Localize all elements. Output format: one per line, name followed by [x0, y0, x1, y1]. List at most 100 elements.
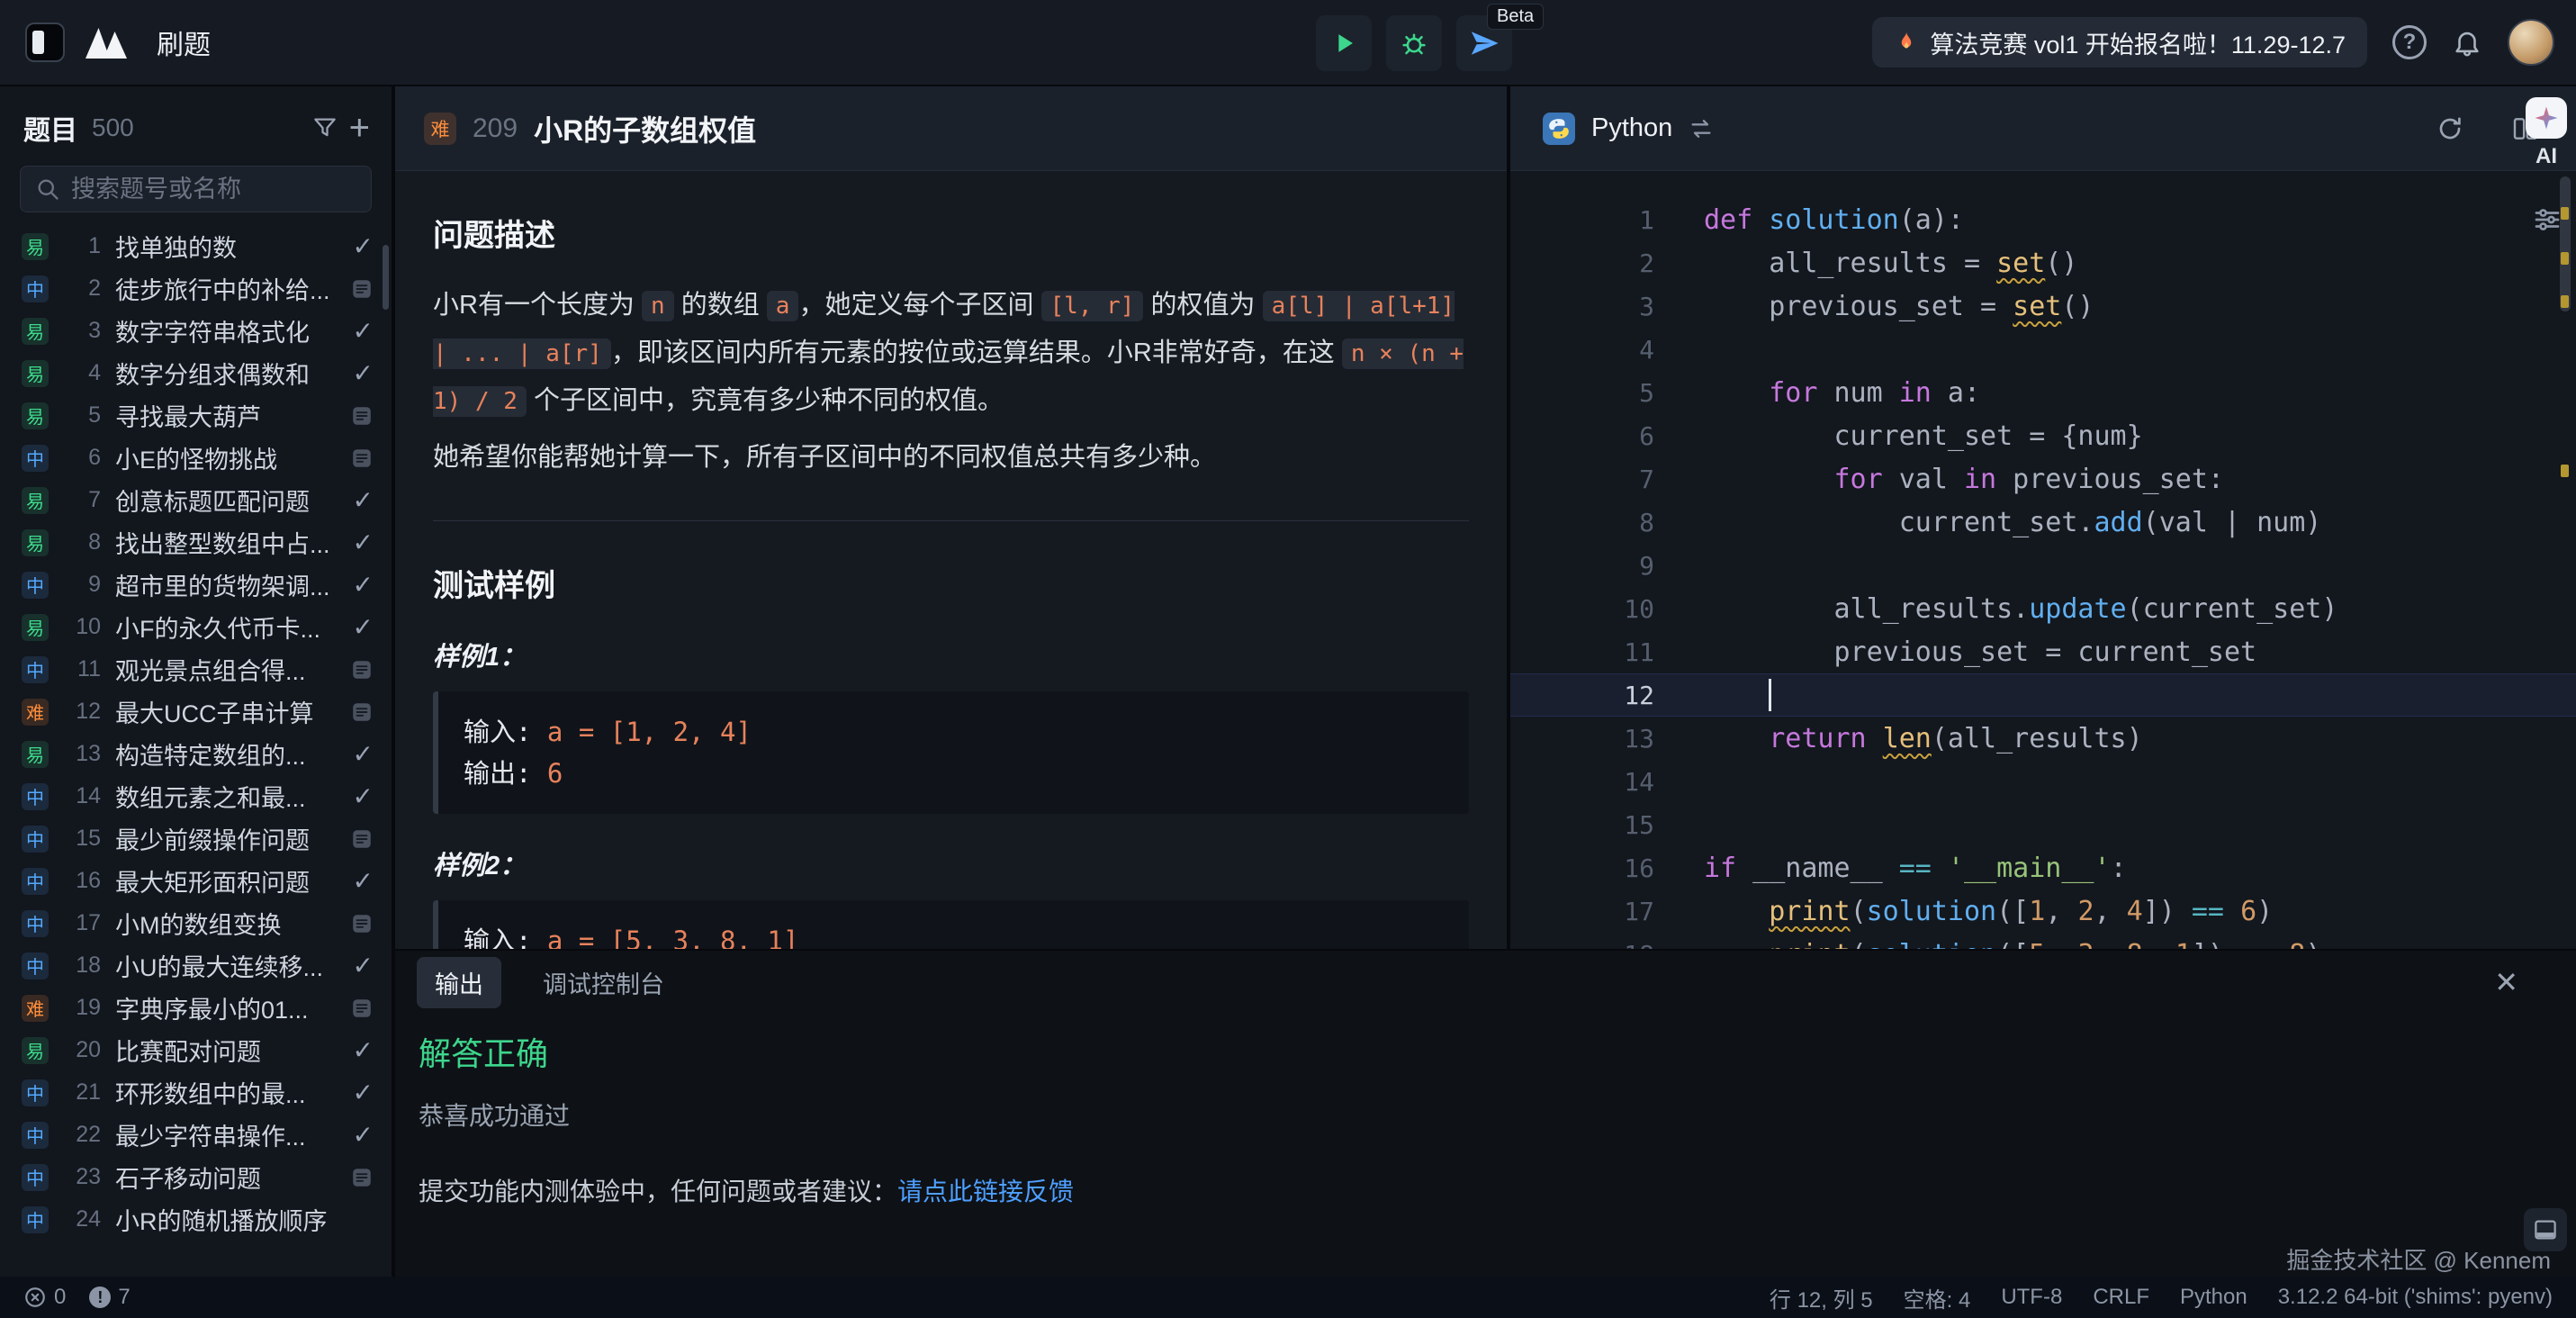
- code-line[interactable]: 1def solution(a):: [1510, 198, 2576, 241]
- problem-status: ✓: [348, 658, 374, 682]
- feedback-link[interactable]: 请点此链接反馈: [897, 1178, 1074, 1205]
- tab-output[interactable]: 输出: [417, 957, 501, 1008]
- statusbar-item[interactable]: UTF-8: [2001, 1285, 2062, 1310]
- problem-status: ✓: [348, 997, 374, 1020]
- problem-list-item[interactable]: 中 17 小M的数组变换 ✓: [0, 902, 392, 944]
- editor-scrollbar[interactable]: [2560, 176, 2571, 311]
- samples: 样例1： 输入: a = [1, 2, 4]输出: 6 样例2： 输入: a =…: [433, 636, 1469, 949]
- problem-number: 12: [59, 699, 101, 725]
- sidebar-toggle-icon[interactable]: [25, 23, 65, 62]
- problem-list-item[interactable]: 中 2 徒步旅行中的补给... ✓: [0, 267, 392, 310]
- code-line[interactable]: 7 for val in previous_set:: [1510, 457, 2576, 501]
- language-switch-button[interactable]: [1689, 116, 1714, 141]
- difficulty-badge: 中: [22, 1079, 49, 1106]
- problem-list-item[interactable]: 中 11 观光景点组合得... ✓: [0, 648, 392, 691]
- run-button[interactable]: [1316, 15, 1372, 71]
- problem-list-item[interactable]: 中 15 最少前缀操作问题 ✓: [0, 817, 392, 860]
- problem-status: ✓: [348, 866, 374, 896]
- problem-list-item[interactable]: 易 3 数字字符串格式化 ✓: [0, 310, 392, 352]
- code-line[interactable]: 13 return len(all_results): [1510, 717, 2576, 760]
- problem-list-item[interactable]: 易 10 小F的永久代币卡... ✓: [0, 606, 392, 648]
- problem-list-item[interactable]: 易 20 比赛配对问题 ✓: [0, 1029, 392, 1071]
- problem-number: 16: [59, 868, 101, 894]
- problem-status: ✓: [348, 912, 374, 935]
- problem-number: 6: [59, 445, 101, 471]
- problem-list-item[interactable]: 中 24 小R的随机播放顺序 ✓: [0, 1198, 392, 1241]
- sidebar-header: 题目 500 +: [0, 86, 392, 148]
- code-line[interactable]: 8 current_set.add(val | num): [1510, 501, 2576, 544]
- warnings-indicator[interactable]: ! 7: [89, 1285, 130, 1310]
- code-line[interactable]: 11 previous_set = current_set: [1510, 630, 2576, 673]
- problem-list-item[interactable]: 中 22 最少字符串操作... ✓: [0, 1114, 392, 1156]
- code-line[interactable]: 15: [1510, 803, 2576, 846]
- problem-list-item[interactable]: 中 18 小U的最大连续移... ✓: [0, 944, 392, 987]
- problem-list-item[interactable]: 易 7 创意标题匹配问题 ✓: [0, 479, 392, 521]
- statusbar-item[interactable]: Python: [2180, 1285, 2247, 1310]
- statusbar-item[interactable]: 空格: 4: [1904, 1282, 1971, 1313]
- problem-list-item[interactable]: 中 6 小E的怪物挑战 ✓: [0, 437, 392, 479]
- statusbar-item[interactable]: 3.12.2 64-bit ('shims': pyenv): [2278, 1285, 2553, 1310]
- code-editor[interactable]: 1def solution(a):2 all_results = set()3 …: [1510, 171, 2576, 949]
- problem-list-item[interactable]: 中 23 石子移动问题 ✓: [0, 1156, 392, 1198]
- refresh-icon: [2436, 114, 2464, 143]
- code-line[interactable]: 4: [1510, 328, 2576, 371]
- problem-list-title: 小E的怪物挑战: [115, 440, 339, 475]
- code-line[interactable]: 10 all_results.update(current_set): [1510, 587, 2576, 630]
- problem-number: 22: [59, 1122, 101, 1148]
- problem-list-item[interactable]: 易 5 寻找最大葫芦 ✓: [0, 394, 392, 437]
- code-line[interactable]: 5 for num in a:: [1510, 371, 2576, 414]
- problem-number: 20: [59, 1037, 101, 1063]
- contest-banner[interactable]: 算法竞赛 vol1 开始报名啦！11.29-12.7: [1872, 17, 2367, 68]
- warning-ruler-mark: [2561, 252, 2569, 265]
- debug-button[interactable]: [1386, 15, 1442, 71]
- code-line[interactable]: 9: [1510, 544, 2576, 587]
- tools-button[interactable]: [2531, 203, 2563, 236]
- statusbar-item[interactable]: CRLF: [2093, 1285, 2149, 1310]
- nav-label[interactable]: 刷题: [157, 23, 211, 62]
- errors-indicator[interactable]: 0: [23, 1285, 66, 1310]
- line-number: 14: [1510, 767, 1704, 797]
- add-problem-button[interactable]: +: [349, 114, 370, 141]
- problem-list-item[interactable]: 易 8 找出整型数组中占... ✓: [0, 521, 392, 564]
- code-line[interactable]: 12: [1510, 673, 2576, 717]
- problem-list-item[interactable]: 中 9 超市里的货物架调... ✓: [0, 564, 392, 606]
- problem-list-title: 创意标题匹配问题: [115, 483, 339, 518]
- difficulty-badge: 中: [22, 783, 49, 810]
- problem-list-item[interactable]: 中 14 数组元素之和最... ✓: [0, 775, 392, 817]
- problem-list-item[interactable]: 难 19 字典序最小的01... ✓: [0, 987, 392, 1029]
- problem-number: 17: [59, 910, 101, 936]
- problem-list-item[interactable]: 中 16 最大矩形面积问题 ✓: [0, 860, 392, 902]
- problem-list-title: 找出整型数组中占...: [115, 525, 339, 560]
- tab-debug-console[interactable]: 调试控制台: [525, 957, 682, 1008]
- problem-id: 209: [473, 113, 518, 144]
- ai-assistant-button[interactable]: [2526, 97, 2567, 139]
- problem-status: ✓: [348, 316, 374, 346]
- code-line[interactable]: 17 print(solution([1, 2, 4]) == 6): [1510, 889, 2576, 933]
- problem-status: ✓: [348, 700, 374, 724]
- problem-number: 5: [59, 402, 101, 429]
- avatar[interactable]: [2508, 19, 2554, 66]
- code-line[interactable]: 14: [1510, 760, 2576, 803]
- check-icon: ✓: [353, 1078, 374, 1107]
- code-line[interactable]: 3 previous_set = set(): [1510, 284, 2576, 328]
- code-line[interactable]: 6 current_set = {num}: [1510, 414, 2576, 457]
- problem-list-item[interactable]: 易 13 构造特定数组的... ✓: [0, 733, 392, 775]
- problem-list-item[interactable]: 中 21 环形数组中的最... ✓: [0, 1071, 392, 1114]
- search-input[interactable]: [71, 176, 390, 203]
- problem-list-item[interactable]: 易 4 数字分组求偶数和 ✓: [0, 352, 392, 394]
- close-icon[interactable]: ✕: [2494, 965, 2518, 999]
- text-cursor: [1769, 679, 1771, 711]
- problem-list-item[interactable]: 易 1 找单独的数 ✓: [0, 225, 392, 267]
- help-button[interactable]: ?: [2392, 25, 2427, 59]
- code-line[interactable]: 18 print(solution([5, 3, 8, 1]) == 8): [1510, 933, 2576, 949]
- code-line[interactable]: 16if __name__ == '__main__':: [1510, 846, 2576, 889]
- statusbar-item[interactable]: 行 12, 列 5: [1770, 1282, 1873, 1313]
- code-line[interactable]: 2 all_results = set(): [1510, 241, 2576, 284]
- toggle-bottom-panel-button[interactable]: [2524, 1208, 2567, 1251]
- problem-status: ✓: [348, 781, 374, 811]
- reset-code-button[interactable]: [2436, 114, 2464, 143]
- problem-list-item[interactable]: 难 12 最大UCC子串计算 ✓: [0, 691, 392, 733]
- filter-button[interactable]: [311, 114, 338, 141]
- notifications-button[interactable]: [2452, 27, 2482, 58]
- sidebar-scrollbar[interactable]: [383, 245, 389, 310]
